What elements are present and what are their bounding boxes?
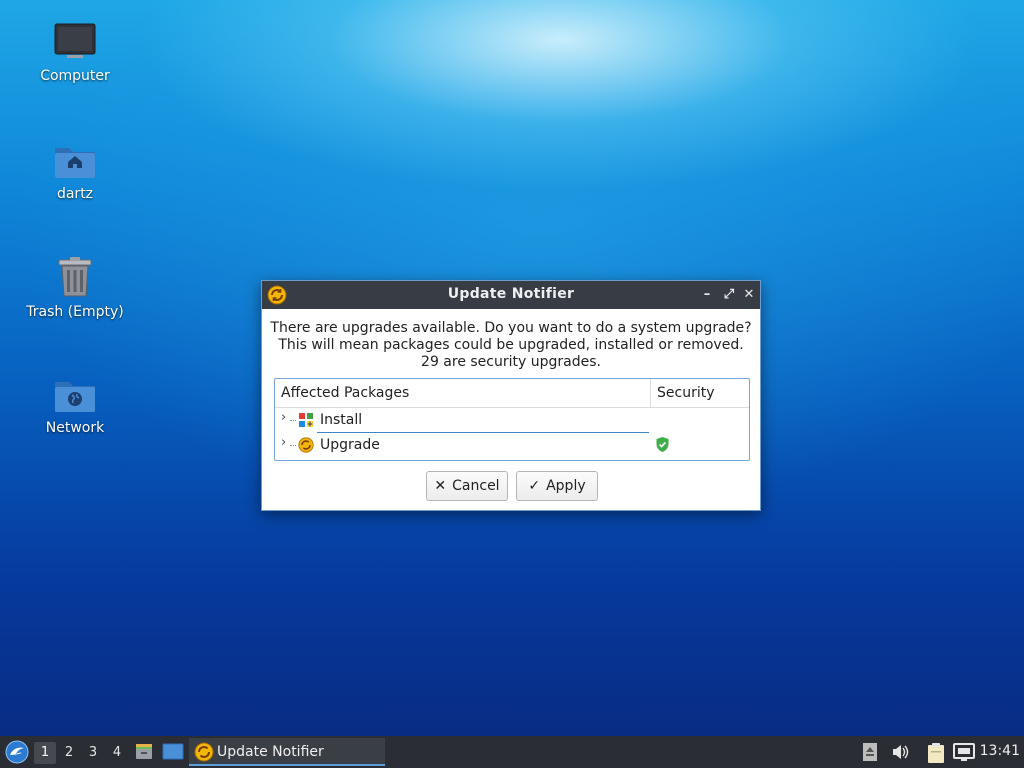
tree-row-label: Install xyxy=(320,412,363,428)
tree-row-label: Upgrade xyxy=(320,437,380,453)
dialog-message: There are upgrades available. Do you wan… xyxy=(262,320,760,371)
tree-header: Affected Packages Security xyxy=(275,379,749,408)
update-notifier-dialog: Update Notifier – ⤢ ✕ There are upgrades… xyxy=(261,280,761,511)
desktop-icon-trash[interactable]: Trash (Empty) xyxy=(20,256,130,320)
start-menu-icon[interactable] xyxy=(4,739,30,765)
desktop-icon-network[interactable]: Network xyxy=(20,374,130,436)
taskbar: 1 2 3 4 Update Notifier 13:41 xyxy=(0,736,1024,768)
desktop-icon-home[interactable]: dartz xyxy=(20,140,130,202)
show-desktop-icon[interactable] xyxy=(162,741,184,761)
message-line: This will mean packages could be upgrade… xyxy=(278,337,744,353)
apply-label: Apply xyxy=(546,478,586,494)
cancel-label: Cancel xyxy=(452,478,500,494)
upgrade-icon xyxy=(298,437,314,453)
tree-row-upgrade[interactable]: › Upgrade xyxy=(275,433,749,458)
tree-connector xyxy=(290,445,296,446)
maximize-button[interactable]: ⤢ xyxy=(720,285,738,305)
minimize-button[interactable]: – xyxy=(698,285,716,305)
trash-icon xyxy=(58,257,92,297)
message-line: 29 are security upgrades. xyxy=(421,354,601,370)
expander-icon[interactable]: › xyxy=(281,435,286,450)
workspace-3[interactable]: 3 xyxy=(82,742,104,764)
computer-icon xyxy=(54,23,96,58)
affected-packages-tree[interactable]: Affected Packages Security › Install › U… xyxy=(274,378,750,461)
expander-icon[interactable]: › xyxy=(281,410,286,425)
workspace-2[interactable]: 2 xyxy=(58,742,80,764)
workspace-1[interactable]: 1 xyxy=(34,742,56,764)
desktop-icon-label: dartz xyxy=(56,186,94,202)
dialog-titlebar[interactable]: Update Notifier – ⤢ ✕ xyxy=(262,281,760,309)
clipboard-icon[interactable] xyxy=(926,742,946,764)
home-folder-icon xyxy=(55,148,95,178)
update-notifier-icon xyxy=(194,742,214,762)
check-icon: ✓ xyxy=(528,478,541,494)
clock[interactable]: 13:41 xyxy=(980,743,1020,759)
security-shield-icon xyxy=(656,437,669,452)
desktop-icon-label: Network xyxy=(45,420,105,436)
dialog-title: Update Notifier xyxy=(447,286,575,302)
install-icon xyxy=(299,413,313,427)
column-header-affected[interactable]: Affected Packages xyxy=(275,379,651,407)
desktop-icon-label: Computer xyxy=(40,68,110,84)
desktop-icon-label: Trash (Empty) xyxy=(26,304,124,320)
network-tray-icon[interactable] xyxy=(953,742,975,762)
file-manager-icon[interactable] xyxy=(134,741,154,761)
task-label: Update Notifier xyxy=(217,744,324,760)
tree-connector xyxy=(290,420,296,421)
close-button[interactable]: ✕ xyxy=(740,285,758,305)
message-line: There are upgrades available. Do you wan… xyxy=(270,320,752,336)
desktop-icon-computer[interactable]: Computer xyxy=(20,22,130,84)
tree-row-install[interactable]: › Install xyxy=(275,408,749,433)
task-update-notifier[interactable]: Update Notifier xyxy=(189,738,385,766)
cancel-button[interactable]: ✕ Cancel xyxy=(426,471,508,501)
apply-button[interactable]: ✓ Apply xyxy=(516,471,598,501)
column-header-security[interactable]: Security xyxy=(651,379,749,407)
updates-tray-icon[interactable] xyxy=(862,742,878,762)
network-folder-icon xyxy=(55,382,95,412)
close-icon: ✕ xyxy=(434,478,447,494)
workspace-4[interactable]: 4 xyxy=(106,742,128,764)
volume-icon[interactable] xyxy=(890,742,910,762)
